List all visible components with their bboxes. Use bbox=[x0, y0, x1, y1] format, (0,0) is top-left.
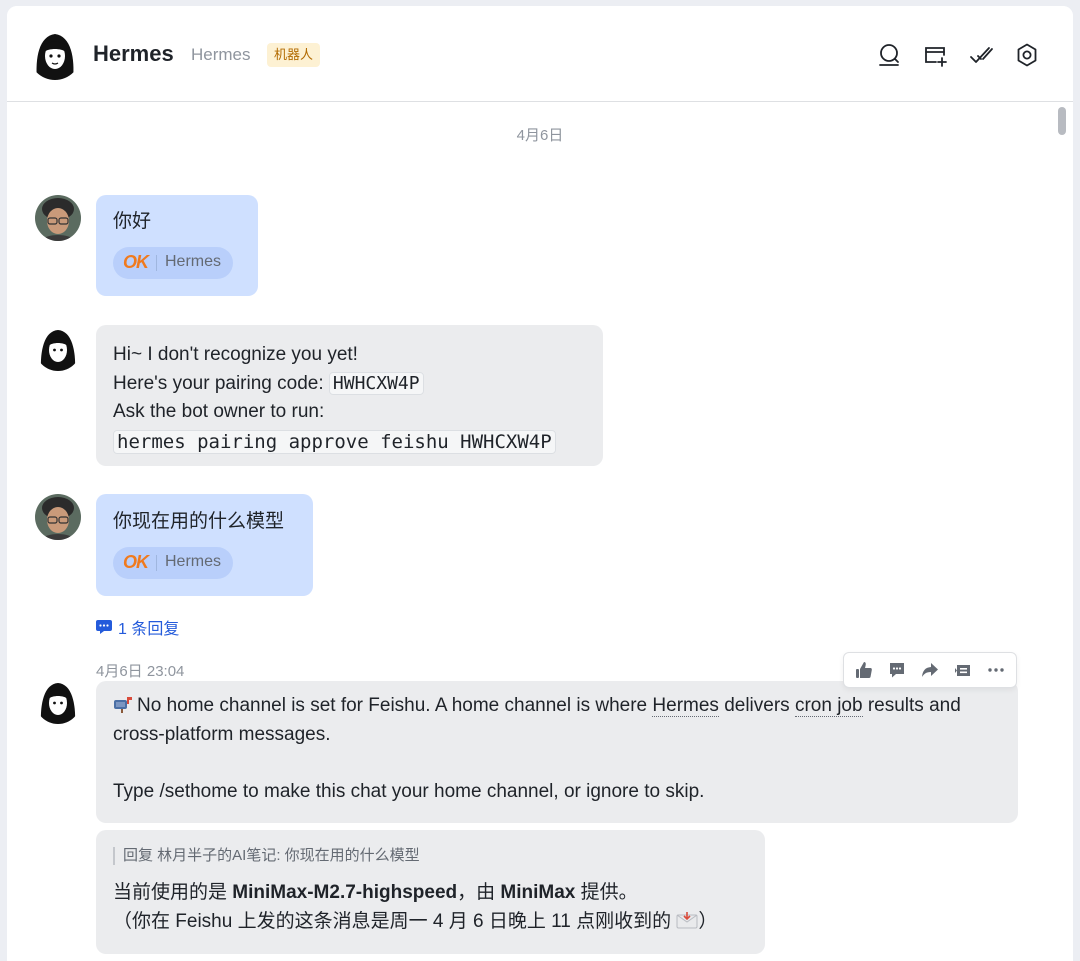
pairing-label: Here's your pairing code: bbox=[113, 372, 324, 394]
ok-emoji-icon: OK bbox=[123, 552, 149, 573]
bot-avatar[interactable] bbox=[35, 325, 81, 371]
thread-reply-count: 1 条回复 bbox=[118, 621, 180, 638]
text-segment: （你在 Feishu 上发的这条消息是周一 4 月 6 日晚上 11 点刚收到的 bbox=[113, 910, 677, 932]
message-bubble[interactable]: No home channel is set for Feishu. A hom… bbox=[96, 681, 1018, 823]
message-line: 当前使用的是 MiniMax-M2.7-highspeed，由 MiniMax … bbox=[113, 879, 749, 908]
chat-subtitle: Hermes bbox=[191, 45, 251, 64]
chat-title[interactable]: Hermes bbox=[93, 41, 174, 67]
message-timestamp: 4月6日 23:04 bbox=[96, 663, 185, 680]
forward-icon[interactable] bbox=[919, 659, 941, 681]
reaction-user: Hermes bbox=[165, 553, 222, 571]
message-bubble[interactable]: 回复 林月半子的AI笔记: 你现在用的什么模型 当前使用的是 MiniMax-M… bbox=[96, 830, 765, 954]
message-list[interactable]: 4月6日 你好 OK Hermes Hi~ I don't recognize … bbox=[7, 103, 1073, 961]
settings-icon[interactable] bbox=[1014, 42, 1040, 68]
add-tab-icon[interactable] bbox=[922, 42, 948, 68]
text-segment: 当前使用的是 bbox=[113, 882, 233, 903]
envelope-icon bbox=[676, 910, 698, 928]
message-text: 你好 bbox=[113, 211, 152, 232]
message-paragraph: Type /sethome to make this chat your hom… bbox=[113, 781, 705, 802]
cron-job-entity-link[interactable]: cron job bbox=[794, 695, 863, 717]
message-bubble[interactable]: 你现在用的什么模型 OK Hermes bbox=[96, 494, 313, 596]
ok-emoji-icon: OK bbox=[123, 252, 149, 273]
user-avatar[interactable] bbox=[35, 494, 81, 540]
message-text: 你现在用的什么模型 bbox=[113, 511, 285, 532]
divider bbox=[156, 554, 157, 571]
quote-reply-icon[interactable] bbox=[952, 659, 974, 681]
message-line: hermes pairing approve feishu HWHCXW4P bbox=[113, 428, 587, 458]
message-line: Hi~ I don't recognize you yet! bbox=[113, 344, 358, 365]
user-avatar[interactable] bbox=[35, 195, 81, 241]
text-segment: ） bbox=[698, 910, 718, 932]
reaction-user: Hermes bbox=[165, 253, 222, 271]
message-line: （你在 Feishu 上发的这条消息是周一 4 月 6 日晚上 11 点刚收到的… bbox=[113, 908, 749, 937]
chat-header: Hermes Hermes 机器人 bbox=[7, 6, 1073, 102]
bot-badge: 机器人 bbox=[267, 43, 321, 67]
pairing-code[interactable]: HWHCXW4P bbox=[328, 371, 424, 395]
reaction-pill[interactable]: OK Hermes bbox=[113, 546, 234, 579]
text-segment: 提供。 bbox=[575, 882, 638, 903]
message-action-toolbar bbox=[843, 652, 1017, 688]
reply-quote[interactable]: 回复 林月半子的AI笔记: 你现在用的什么模型 bbox=[113, 847, 749, 865]
thread-reply-link[interactable]: 1 条回复 bbox=[96, 615, 179, 639]
message-line: Ask the bot owner to run: bbox=[113, 401, 325, 422]
reaction-pill[interactable]: OK Hermes bbox=[113, 246, 234, 279]
mark-done-icon[interactable] bbox=[968, 42, 994, 68]
mailbox-icon bbox=[113, 694, 133, 713]
divider bbox=[156, 254, 157, 271]
command-code[interactable]: hermes pairing approve feishu HWHCXW4P bbox=[113, 429, 556, 454]
comment-icon[interactable] bbox=[886, 659, 908, 681]
model-name: MiniMax-M2.7-highspeed bbox=[232, 882, 458, 903]
bot-avatar[interactable] bbox=[35, 678, 81, 724]
date-separator: 4月6日 bbox=[516, 127, 564, 144]
message-bubble[interactable]: 你好 OK Hermes bbox=[96, 195, 258, 296]
text-segment: No home channel is set for Feishu. A hom… bbox=[137, 695, 653, 716]
bot-avatar[interactable] bbox=[29, 28, 81, 80]
thread-icon bbox=[96, 620, 112, 634]
thumbs-up-icon[interactable] bbox=[853, 659, 875, 681]
hermes-entity-link[interactable]: Hermes bbox=[652, 695, 719, 717]
search-icon[interactable] bbox=[876, 42, 902, 68]
chat-window: Hermes Hermes 机器人 4月6日 你好 OK Hermes Hi~ … bbox=[7, 6, 1073, 961]
text-segment: delivers bbox=[718, 695, 795, 716]
text-segment: ，由 bbox=[457, 882, 501, 903]
message-bubble[interactable]: Hi~ I don't recognize you yet! Here's yo… bbox=[96, 325, 603, 466]
provider-name: MiniMax bbox=[500, 882, 576, 903]
more-icon[interactable] bbox=[985, 659, 1007, 681]
message-line: Here's your pairing code: HWHCXW4P bbox=[113, 370, 587, 399]
message-paragraph: No home channel is set for Feishu. A hom… bbox=[113, 692, 1002, 749]
